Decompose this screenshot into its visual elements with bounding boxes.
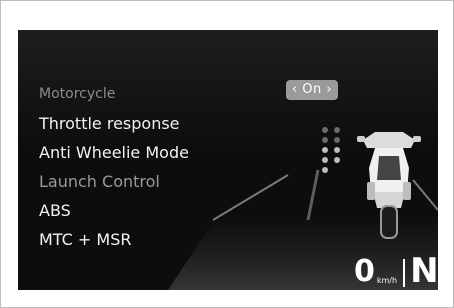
chevron-left-icon: ‹ — [291, 82, 298, 97]
settings-menu: Motorcycle Throttle response Anti Wheeli… — [39, 80, 189, 254]
menu-item-anti-wheelie-mode[interactable]: Anti Wheelie Mode — [39, 138, 189, 167]
menu-header-motorcycle: Motorcycle — [39, 86, 116, 102]
value-label: On — [302, 82, 322, 97]
speed-value: 0 — [354, 254, 375, 289]
value-selector-on[interactable]: ‹ On › — [286, 80, 338, 100]
readout-divider — [403, 259, 406, 287]
menu-item-abs[interactable]: ABS — [39, 196, 189, 225]
menu-item-launch-control[interactable]: Launch Control — [39, 167, 189, 196]
speed-unit: km/h — [376, 276, 398, 285]
gear-indicator: N — [410, 251, 438, 290]
chevron-right-icon: › — [326, 82, 333, 97]
motorcycle-icon — [357, 132, 421, 239]
road-lane-marker — [306, 169, 320, 221]
instrument-display: Motorcycle Throttle response Anti Wheeli… — [18, 30, 438, 290]
road-edge-left — [212, 174, 289, 221]
menu-item-throttle-response[interactable]: Throttle response — [39, 109, 189, 138]
menu-item-mtc-msr[interactable]: MTC + MSR — [39, 225, 189, 254]
speed-gear-readout: 0 km/h N — [354, 251, 438, 290]
manual-figure-frame: Motorcycle Throttle response Anti Wheeli… — [0, 0, 454, 308]
traction-indicator-icon — [318, 127, 348, 181]
